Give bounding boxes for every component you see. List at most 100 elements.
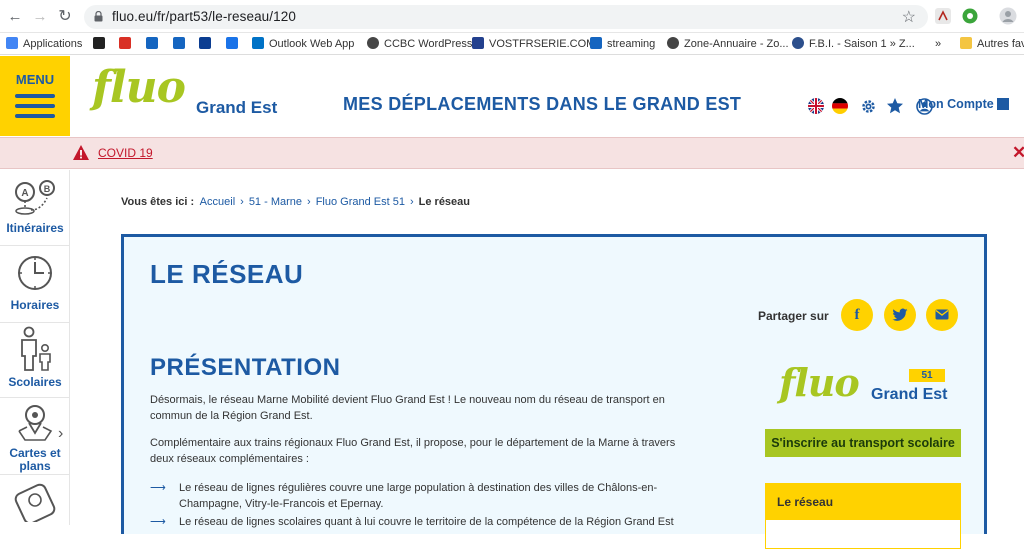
- fluo-logo[interactable]: fluo Grand Est: [86, 62, 286, 130]
- breadcrumb-link-fluo-51[interactable]: Fluo Grand Est 51: [316, 196, 405, 208]
- ticket-icon[interactable]: [13, 482, 57, 522]
- bookmark-wordpress[interactable]: CCBC WordPress: [367, 36, 472, 52]
- apps-grid-icon: [6, 37, 18, 49]
- browser-toolbar: ← → ↻ fluo.eu/fr/part53/le-reseau/120 ☆: [0, 0, 1024, 33]
- breadcrumb-link-accueil[interactable]: Accueil: [200, 196, 235, 208]
- network-list: ⟶ Le réseau de lignes régulières couvre u…: [150, 480, 698, 532]
- bookmark-vostfrserie[interactable]: VOSTFRSERIE.COM: [472, 36, 595, 52]
- site-tagline: MES DÉPLACEMENTS DANS LE GRAND EST: [343, 94, 742, 114]
- svg-text:B: B: [44, 184, 51, 194]
- bookmark-applications[interactable]: Applications: [6, 36, 82, 52]
- breadcrumb-link-marne[interactable]: 51 - Marne: [249, 196, 302, 208]
- fbi-site-icon: [792, 37, 804, 49]
- url-text: fluo.eu/fr/part53/le-reseau/120: [112, 9, 296, 24]
- profile-avatar-icon[interactable]: [999, 7, 1017, 25]
- arrow-right-icon: ⟶: [150, 482, 166, 494]
- list-item-text: Le réseau de lignes scolaires quant à lu…: [179, 516, 674, 528]
- reload-icon[interactable]: ↻: [56, 8, 74, 26]
- logo-department-number: 51: [909, 369, 945, 382]
- section-title: PRÉSENTATION: [150, 354, 341, 381]
- favorites-star-icon[interactable]: [886, 97, 904, 115]
- close-icon[interactable]: ✕: [1012, 143, 1024, 163]
- map-pin-icon: [18, 405, 53, 441]
- bus-icon: [146, 37, 158, 49]
- share-label: Partager sur: [758, 309, 829, 323]
- list-item-text: Le réseau de lignes régulières couvre un…: [179, 482, 658, 510]
- bookmark-4[interactable]: [173, 36, 190, 52]
- side-menu-box: Le réseau: [765, 483, 961, 549]
- twitter-share-button[interactable]: [884, 299, 916, 331]
- rail-item-itineraires[interactable]: AB Itinéraires: [0, 178, 70, 235]
- bookmarks-overflow[interactable]: »: [935, 36, 941, 52]
- wordpress-icon: [367, 37, 379, 49]
- twitter-icon: [892, 308, 908, 321]
- list-item: ⟶ Le réseau de lignes scolaires quant à l…: [150, 514, 698, 530]
- s-logo-icon: [173, 37, 185, 49]
- chevron-right-icon[interactable]: ›: [58, 425, 63, 443]
- left-quick-nav: AB Itinéraires Horaires Scolaires Cartes…: [0, 170, 70, 525]
- bookmark-other-favorites[interactable]: Autres fav: [960, 36, 1024, 52]
- list-item: ⟶ Le réseau de lignes régulières couvre u…: [150, 480, 698, 512]
- rail-item-horaires[interactable]: Horaires: [0, 253, 70, 312]
- bookmark-6[interactable]: [226, 36, 243, 52]
- menu-button[interactable]: MENU: [0, 56, 70, 136]
- logo-grand-est-text: Grand Est: [196, 98, 278, 117]
- globe-icon: [667, 37, 679, 49]
- rail-divider: [0, 322, 70, 323]
- logo-grand-est-text: Grand Est: [871, 386, 948, 403]
- menu-label: MENU: [15, 72, 55, 87]
- folder-icon: [960, 37, 972, 49]
- fluo-51-logo: fluo 51 Grand Est: [779, 360, 959, 420]
- german-flag-icon[interactable]: [832, 98, 848, 114]
- chevron-right-icon: ›: [307, 196, 311, 208]
- rail-label: Horaires: [10, 298, 60, 312]
- rail-divider: [0, 397, 70, 398]
- route-icon: AB: [15, 180, 55, 215]
- rail-divider: [0, 474, 70, 475]
- address-bar[interactable]: fluo.eu/fr/part53/le-reseau/120 ☆: [84, 5, 928, 29]
- facebook-share-button[interactable]: f: [841, 299, 873, 331]
- blue-site-icon: [226, 37, 238, 49]
- warning-icon: [73, 145, 89, 160]
- complement-paragraph: Complémentaire aux trains régionaux Fluo…: [150, 437, 676, 465]
- covid-link[interactable]: COVID 19: [98, 146, 153, 160]
- red-site-icon: [119, 37, 131, 49]
- rail-item-scolaires[interactable]: Scolaires: [0, 326, 70, 389]
- bookmark-5[interactable]: [199, 36, 216, 52]
- chevron-down-icon: [997, 98, 1010, 110]
- clock-icon: [18, 256, 52, 290]
- hamburger-icon: [15, 94, 55, 124]
- bookmark-label: Outlook Web App: [269, 38, 355, 50]
- bookmark-3[interactable]: [146, 36, 163, 52]
- bookmark-zone-annuaire[interactable]: Zone-Annuaire - Zo...: [667, 36, 789, 52]
- rail-label: Scolaires: [8, 375, 62, 389]
- back-icon[interactable]: ←: [6, 8, 24, 26]
- outlook-icon: [252, 37, 264, 49]
- bookmark-fbi[interactable]: F.B.I. - Saison 1 » Z...: [792, 36, 915, 52]
- bookmark-label: VOSTFRSERIE.COM: [489, 38, 596, 50]
- uk-flag-icon[interactable]: [808, 98, 824, 114]
- bookmark-label: Zone-Annuaire - Zo...: [684, 38, 789, 50]
- pdf-extension-icon[interactable]: [934, 7, 952, 25]
- bookmark-star-icon[interactable]: ☆: [902, 7, 916, 27]
- school-transport-signup-button[interactable]: S'inscrire au transport scolaire: [765, 429, 961, 457]
- family-icon: [21, 326, 51, 371]
- bookmark-dailymotion[interactable]: [93, 36, 110, 52]
- facebook-icon: f: [854, 307, 860, 323]
- chevron-right-icon: ›: [409, 196, 414, 208]
- bookmark-outlook[interactable]: Outlook Web App: [252, 36, 354, 52]
- site-header: MENU fluo Grand Est MES DÉPLACEMENTS DAN…: [0, 56, 1024, 136]
- accessibility-gear-icon[interactable]: [860, 98, 877, 115]
- forward-icon[interactable]: →: [31, 8, 49, 26]
- bookmark-label: streaming: [607, 38, 656, 50]
- bookmarks-bar: Applications Outlook Web App CCBC WordPr…: [0, 33, 1024, 55]
- svg-text:A: A: [21, 188, 28, 199]
- bookmark-streaming[interactable]: streaming: [590, 36, 655, 52]
- extension-green-icon[interactable]: [961, 7, 979, 25]
- intro-paragraph: Désormais, le réseau Marne Mobilité devi…: [150, 394, 665, 422]
- account-label: Mon Compte: [918, 97, 994, 111]
- account-link[interactable]: Mon Compte: [918, 97, 1010, 111]
- bookmark-2[interactable]: [119, 36, 136, 52]
- email-share-button[interactable]: [926, 299, 958, 331]
- v-logo-icon: [472, 37, 484, 49]
